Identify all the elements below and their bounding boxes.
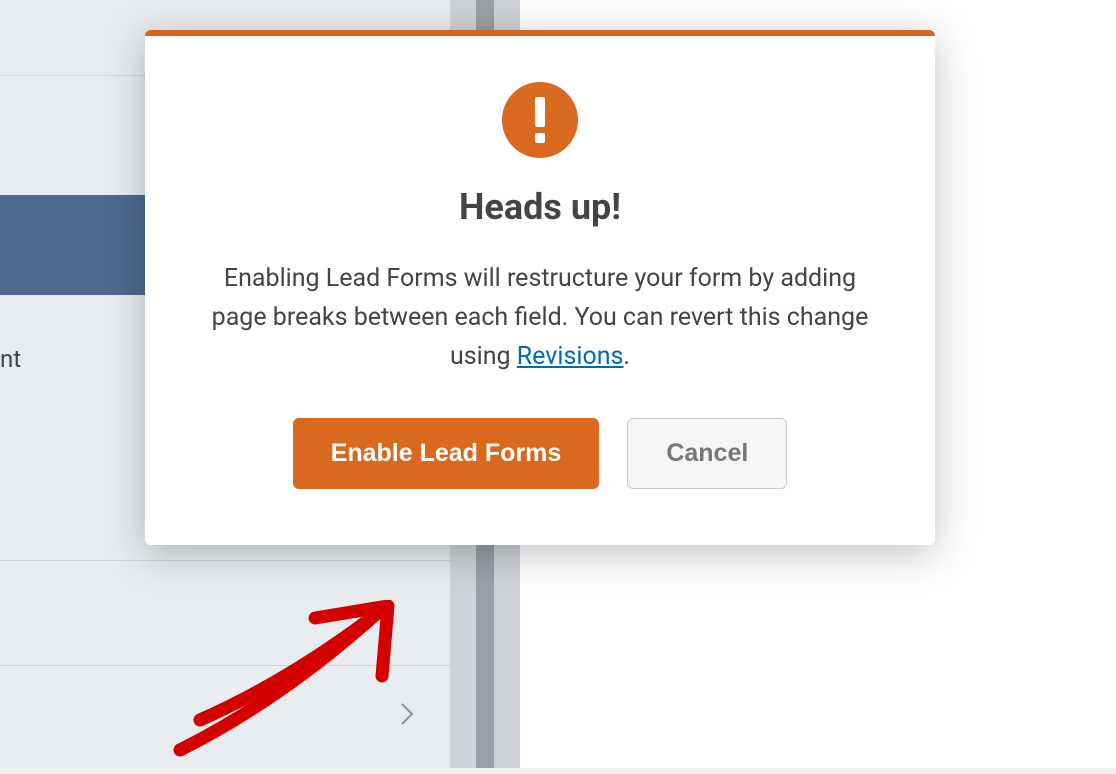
enable-lead-forms-button[interactable]: Enable Lead Forms	[293, 418, 600, 489]
divider	[0, 665, 450, 666]
modal-message-text-end: .	[623, 342, 630, 371]
revisions-link[interactable]: Revisions	[517, 342, 624, 371]
modal-message: Enabling Lead Forms will restructure you…	[189, 260, 891, 376]
divider	[0, 560, 450, 561]
exclamation-icon	[502, 82, 578, 158]
chevron-right-icon	[400, 700, 414, 733]
modal-title: Heads up!	[189, 186, 891, 228]
modal-icon-wrap	[189, 82, 891, 158]
heads-up-modal: Heads up! Enabling Lead Forms will restr…	[145, 30, 935, 545]
cancel-button[interactable]: Cancel	[627, 418, 787, 489]
background-left-text: nt	[0, 345, 21, 373]
modal-button-row: Enable Lead Forms Cancel	[189, 418, 891, 489]
